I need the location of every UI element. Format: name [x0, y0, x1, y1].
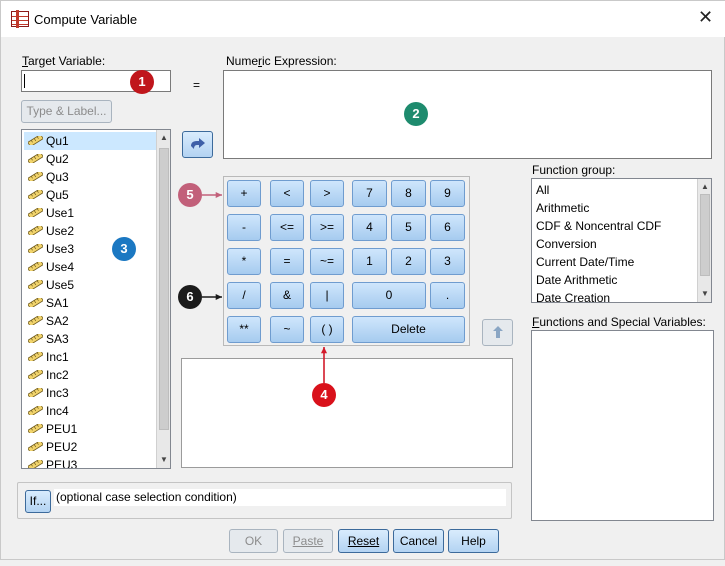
annotation-arrow-6-head [215, 293, 222, 301]
compute-variable-dialog: Compute Variable ✕ Target Variable: = Nu… [0, 0, 725, 560]
annotation-arrow-5-head [215, 191, 222, 199]
annotation-arrows [202, 191, 328, 383]
annotation-arrow-4-head [320, 347, 328, 354]
